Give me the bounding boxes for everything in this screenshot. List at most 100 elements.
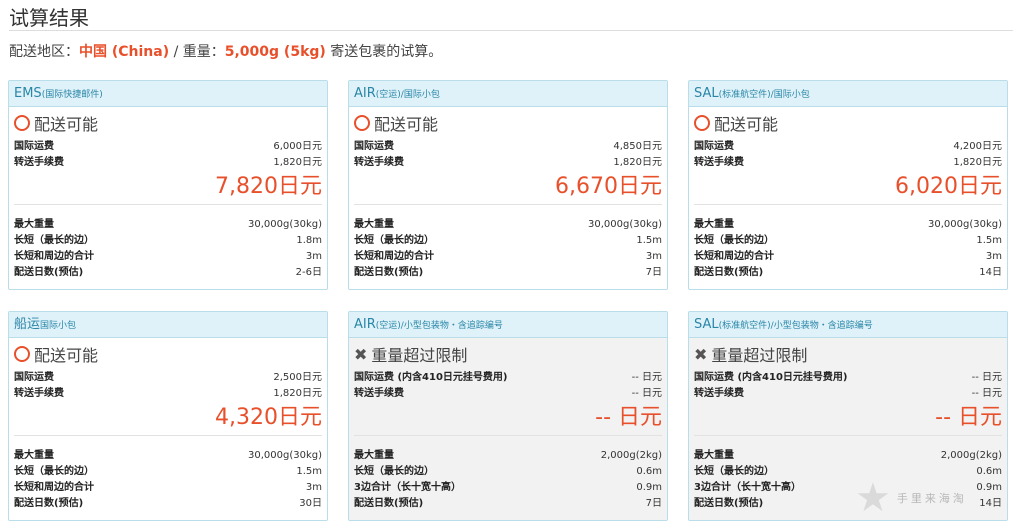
spec-row: 最大重量 2,000g(2kg) xyxy=(354,448,662,464)
spec-label: 最大重量 xyxy=(694,450,734,461)
status-text: 重量超过限制 xyxy=(711,346,808,365)
spec-label: 配送日数(预估) xyxy=(694,498,764,509)
spec-label: 长短（最长的边） xyxy=(694,466,774,477)
spec-label: 配送日数(预估) xyxy=(14,498,84,509)
service-suffix: 国际小包 xyxy=(40,321,77,331)
spec-value: 2,000g(2kg) xyxy=(940,450,1002,461)
circle-ok-icon xyxy=(694,115,710,131)
status: 配送可能 xyxy=(14,111,98,135)
shipping-option-card: 船运国际小包配送可能国际运费 2,500日元 转送手续费 1,820日元 4,320日元… xyxy=(8,311,328,521)
status: 配送可能 xyxy=(354,111,438,135)
spec-row: 最大重量 30,000g(30kg) xyxy=(14,448,322,464)
status-text: 配送可能 xyxy=(34,346,99,365)
spec-value: 1.8m xyxy=(296,235,322,246)
spec-value: 0.6m xyxy=(636,466,662,477)
spec-list: 最大重量 2,000g(2kg) 长短（最长的边） 0.6m 3边合计（长十宽十高） 0.… xyxy=(354,448,662,512)
spec-row: 配送日数(预估) 7日 xyxy=(354,265,662,281)
spec-value: 2,000g(2kg) xyxy=(600,450,662,461)
card-divider xyxy=(14,204,322,205)
spec-label: 配送日数(预估) xyxy=(354,498,424,509)
spec-label: 长短和周边的合计 xyxy=(14,251,94,262)
spec-value: 3m xyxy=(985,251,1002,262)
fee-list: 国际运费 4,200日元 转送手续费 1,820日元 xyxy=(694,139,1002,171)
service-title: SAL xyxy=(694,86,719,101)
spec-value: 1.5m xyxy=(636,235,662,246)
spec-value: 1.5m xyxy=(976,235,1002,246)
total-price: -- 日元 xyxy=(595,405,662,430)
weight-label: / 重量： xyxy=(169,44,225,60)
spec-value: 2-6日 xyxy=(295,267,322,278)
status-text: 配送可能 xyxy=(714,115,779,134)
spec-label: 配送日数(预估) xyxy=(354,267,424,278)
spec-row: 配送日数(预估) 14日 xyxy=(694,265,1002,281)
spec-row: 长短（最长的边） 1.5m xyxy=(14,464,322,480)
spec-label: 最大重量 xyxy=(354,219,394,230)
spec-value: 3m xyxy=(305,251,322,262)
fee-value: -- 日元 xyxy=(631,372,662,383)
card-header: SAL(标准航空件)/小型包装物・含追踪编号 xyxy=(689,312,1007,338)
fee-label: 转送手续费 xyxy=(694,388,744,399)
card-header: SAL(标准航空件)/国际小包 xyxy=(689,81,1007,107)
spec-value: 3m xyxy=(645,251,662,262)
spec-row: 3边合计（长十宽十高） 0.9m xyxy=(354,480,662,496)
card-divider xyxy=(694,435,1002,436)
spec-value: 30,000g(30kg) xyxy=(247,219,322,230)
spec-row: 配送日数(预估) 30日 xyxy=(14,496,322,512)
service-subtitle: (标准航空件) xyxy=(718,321,771,331)
spec-value: 30,000g(30kg) xyxy=(587,219,662,230)
service-suffix: /国际小包 xyxy=(400,90,440,100)
card-divider xyxy=(694,204,1002,205)
fee-label: 转送手续费 xyxy=(14,157,64,168)
service-title: 船运 xyxy=(14,317,41,332)
spec-label: 长短（最长的边） xyxy=(354,466,434,477)
status-text: 配送可能 xyxy=(374,115,439,134)
star-icon: ★ xyxy=(855,474,891,521)
spec-list: 最大重量 30,000g(30kg) 长短（最长的边） 1.5m 长短和周边的合计 3m 配… xyxy=(14,448,322,512)
total-price: 6,020日元 xyxy=(895,174,1002,199)
total-price: 7,820日元 xyxy=(215,174,322,199)
card-header: AIR(空运)/国际小包 xyxy=(349,81,667,107)
service-title: AIR xyxy=(354,86,376,101)
spec-label: 最大重量 xyxy=(14,219,54,230)
circle-ok-icon xyxy=(354,115,370,131)
total-price: 4,320日元 xyxy=(215,405,322,430)
spec-value: 30,000g(30kg) xyxy=(927,219,1002,230)
fee-label: 国际运费 xyxy=(14,141,54,152)
shipping-option-card: SAL(标准航空件)/国际小包配送可能国际运费 4,200日元 转送手续费 1,820… xyxy=(688,80,1008,290)
fee-row: 国际运费 4,200日元 xyxy=(694,139,1002,155)
spec-list: 最大重量 30,000g(30kg) 长短（最长的边） 1.5m 长短和周边的合计 3m 配… xyxy=(354,217,662,281)
region-label: 配送地区： xyxy=(9,44,79,60)
spec-row: 最大重量 2,000g(2kg) xyxy=(694,448,1002,464)
fee-value: 6,000日元 xyxy=(273,141,322,152)
status: ✖ 重量超过限制 xyxy=(694,342,807,366)
service-title: SAL xyxy=(694,317,719,332)
region-value: 中国 (China) xyxy=(79,44,170,60)
spec-row: 长短（最长的边） 0.6m xyxy=(354,464,662,480)
spec-label: 长短（最长的边） xyxy=(354,235,434,246)
service-suffix: /小型包装物・含追踪编号 xyxy=(770,321,873,331)
spec-row: 长短（最长的边） 1.8m xyxy=(14,233,322,249)
fee-list: 国际运费 6,000日元 转送手续费 1,820日元 xyxy=(14,139,322,171)
shipping-option-card: AIR(空运)/小型包装物・含追踪编号 ✖ 重量超过限制 国际运费 (内含410日元挂… xyxy=(348,311,668,521)
spec-row: 最大重量 30,000g(30kg) xyxy=(354,217,662,233)
service-title: EMS xyxy=(14,86,42,101)
status-text: 重量超过限制 xyxy=(371,346,468,365)
fee-value: 4,850日元 xyxy=(613,141,662,152)
cross-icon: ✖ xyxy=(354,344,368,364)
circle-ok-icon xyxy=(14,346,30,362)
spec-list: 最大重量 30,000g(30kg) 长短（最长的边） 1.5m 长短和周边的合计 3m 配… xyxy=(694,217,1002,281)
spec-row: 长短和周边的合计 3m xyxy=(14,480,322,496)
weight-value: 5,000g (5kg) xyxy=(224,44,326,60)
fee-label: 转送手续费 xyxy=(354,388,404,399)
fee-label: 国际运费 (内含410日元挂号费用) xyxy=(694,372,848,383)
watermark: ★ 手里来海淘 xyxy=(855,470,1015,525)
status: 配送可能 xyxy=(694,111,778,135)
fee-row: 国际运费 (内含410日元挂号费用) -- 日元 xyxy=(694,370,1002,386)
card-divider xyxy=(354,435,662,436)
fee-label: 转送手续费 xyxy=(14,388,64,399)
fee-list: 国际运费 2,500日元 转送手续费 1,820日元 xyxy=(14,370,322,402)
spec-label: 长短和周边的合计 xyxy=(354,251,434,262)
page-title: 试算结果 xyxy=(9,6,89,30)
spec-row: 配送日数(预估) 7日 xyxy=(354,496,662,512)
service-suffix: /小型包装物・含追踪编号 xyxy=(400,321,503,331)
